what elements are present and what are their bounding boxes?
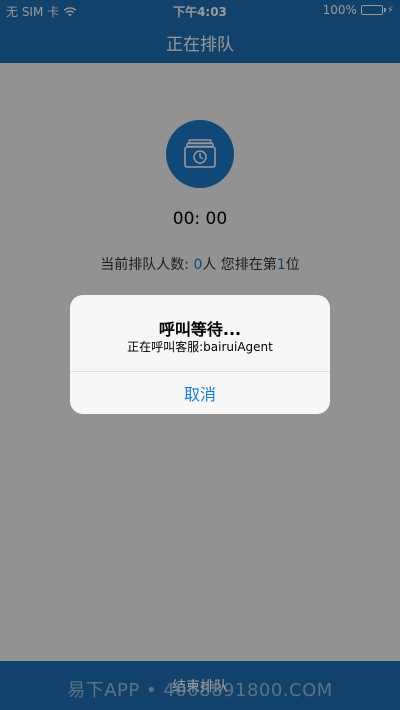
cancel-button[interactable]: 取消 [70,372,330,414]
alert-message: 正在呼叫客服:bairuiAgent [127,340,273,354]
call-waiting-alert: 呼叫等待... 正在呼叫客服:bairuiAgent 取消 [70,295,330,414]
alert-title: 呼叫等待... [158,320,242,339]
